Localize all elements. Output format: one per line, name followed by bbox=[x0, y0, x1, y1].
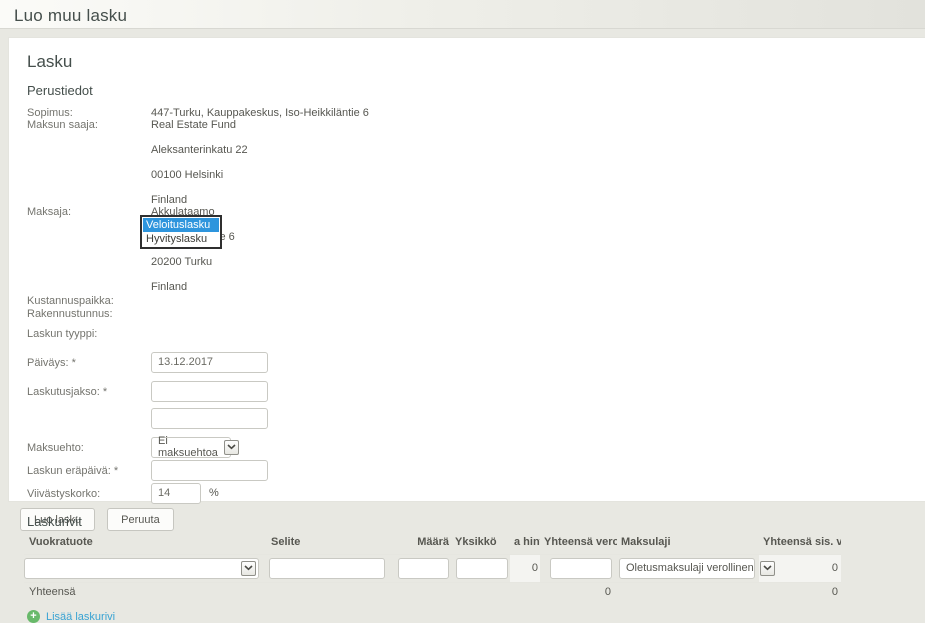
field-maksuehto: Maksuehto: Ei maksuehtoa bbox=[27, 437, 915, 458]
yhteensa-veroton-cell bbox=[540, 554, 617, 582]
vuokratuote-select[interactable] bbox=[24, 558, 259, 579]
invoice-row: 0 Oletusmaksulaji verollinen 0 bbox=[24, 554, 841, 582]
laskutusjakso-end-input[interactable] bbox=[151, 408, 268, 429]
selite-cell bbox=[267, 554, 391, 582]
col-header-yhteensa-sis-verot: Yhteensä sis. verot bbox=[759, 533, 841, 555]
field-maksun-saaja: Maksun saaja: Real Estate Fund Aleksante… bbox=[27, 119, 915, 206]
maksuehto-select[interactable]: Ei maksuehtoa bbox=[151, 437, 231, 458]
field-laskutusjakso: Laskutusjakso: * bbox=[27, 381, 915, 429]
payee-line: Aleksanterinkatu 22 bbox=[151, 144, 248, 156]
selite-input[interactable] bbox=[269, 558, 385, 579]
total-veroton-value: 0 bbox=[540, 582, 617, 599]
col-header-selite: Selite bbox=[267, 533, 391, 555]
field-rakennustunnus: Rakennustunnus: bbox=[27, 308, 915, 320]
viivastyskorko-label: Viivästyskorko: bbox=[27, 483, 151, 500]
laskutusjakso-start-input[interactable] bbox=[151, 381, 268, 402]
col-header-yhteensa-veroton: Yhteensä veroton bbox=[540, 533, 617, 555]
sopimus-value: 447-Turku, Kauppakeskus, Iso-Heikkilänti… bbox=[151, 107, 369, 119]
maksaja-label: Maksaja: bbox=[27, 206, 151, 218]
vuokratuote-cell bbox=[24, 554, 267, 582]
maksun-saaja-value: Real Estate Fund Aleksanterinkatu 22 001… bbox=[151, 119, 248, 206]
paivays-input[interactable] bbox=[151, 352, 268, 373]
page-title: Luo muu lasku bbox=[0, 0, 925, 26]
chevron-down-icon[interactable] bbox=[241, 561, 256, 576]
field-sopimus: Sopimus: 447-Turku, Kauppakeskus, Iso-He… bbox=[27, 107, 915, 119]
field-laskun-tyyppi: Laskun tyyppi: bbox=[27, 323, 915, 352]
col-header-yksikko: Yksikkö bbox=[451, 533, 510, 555]
laskutusjakso-label: Laskutusjakso: * bbox=[27, 381, 151, 398]
laskutusjakso-inputs bbox=[151, 381, 268, 429]
payer-line: 20200 Turku bbox=[151, 256, 212, 268]
total-row: Yhteensä 0 0 bbox=[24, 582, 841, 599]
add-invoice-row-link[interactable]: + Lisää laskurivi bbox=[27, 610, 115, 623]
maksuehto-label: Maksuehto: bbox=[27, 437, 151, 454]
maara-cell bbox=[391, 554, 451, 582]
maksulaji-cell: Oletusmaksulaji verollinen bbox=[617, 554, 759, 582]
yksikko-cell bbox=[451, 554, 510, 582]
field-paivays: Päiväys: * bbox=[27, 352, 915, 373]
maksulaji-select[interactable]: Oletusmaksulaji verollinen bbox=[619, 558, 755, 579]
maara-input[interactable] bbox=[398, 558, 449, 579]
paivays-label: Päiväys: * bbox=[27, 352, 151, 369]
maksun-saaja-label: Maksun saaja: bbox=[27, 119, 151, 131]
dropdown-option-veloituslasku[interactable]: Veloituslasku bbox=[143, 218, 219, 232]
section-heading-perustiedot: Perustiedot bbox=[27, 83, 915, 98]
sopimus-label: Sopimus: bbox=[27, 107, 151, 119]
laskun-tyyppi-open-dropdown: Veloituslasku Hyvityslasku bbox=[140, 215, 222, 249]
yksikko-input[interactable] bbox=[456, 558, 508, 579]
total-label: Yhteensä bbox=[24, 582, 540, 599]
field-viivastyskorko: Viivästyskorko: % bbox=[27, 483, 915, 504]
dropdown-option-hyvityslasku[interactable]: Hyvityslasku bbox=[143, 232, 219, 246]
kustannuspaikka-label: Kustannuspaikka: bbox=[27, 295, 151, 307]
invoice-rows-table: Vuokratuote Selite Määrä Yksikkö a hinta… bbox=[24, 533, 841, 600]
col-header-a-hinta: a hinta bbox=[510, 533, 540, 555]
yhteensa-veroton-input[interactable] bbox=[550, 558, 612, 579]
laskun-erapaiva-label: Laskun eräpäivä: * bbox=[27, 460, 151, 477]
viivastyskorko-input[interactable] bbox=[151, 483, 201, 504]
maksulaji-selected-value: Oletusmaksulaji verollinen bbox=[626, 562, 754, 574]
panel-heading: Lasku bbox=[27, 52, 915, 72]
add-invoice-row-label: Lisää laskurivi bbox=[46, 611, 115, 623]
col-header-maksulaji: Maksulaji bbox=[617, 533, 759, 555]
total-sis-verot-value: 0 bbox=[759, 582, 841, 599]
plus-circle-icon: + bbox=[27, 610, 40, 623]
a-hinta-value: 0 bbox=[510, 554, 540, 582]
field-kustannuspaikka: Kustannuspaikka: bbox=[27, 295, 915, 307]
chevron-down-icon[interactable] bbox=[760, 561, 775, 576]
invoice-panel: Lasku Perustiedot Sopimus: 447-Turku, Ka… bbox=[8, 37, 925, 502]
maksuehto-selected-value: Ei maksuehtoa bbox=[158, 435, 218, 459]
total-spacer-cell bbox=[617, 582, 759, 599]
table-header-row: Vuokratuote Selite Määrä Yksikkö a hinta… bbox=[24, 533, 841, 555]
section-heading-laskurivit: Laskurivit bbox=[27, 514, 915, 529]
rakennustunnus-label: Rakennustunnus: bbox=[27, 308, 151, 320]
payee-line: Finland bbox=[151, 194, 187, 206]
chevron-down-icon[interactable] bbox=[224, 440, 239, 455]
col-header-maara: Määrä bbox=[391, 533, 451, 555]
page-header: Luo muu lasku bbox=[0, 0, 925, 29]
payee-line: 00100 Helsinki bbox=[151, 169, 223, 181]
laskun-tyyppi-label: Laskun tyyppi: bbox=[27, 323, 151, 340]
col-header-vuokratuote: Vuokratuote bbox=[24, 533, 267, 555]
laskun-erapaiva-input[interactable] bbox=[151, 460, 268, 481]
payee-line: Real Estate Fund bbox=[151, 119, 236, 131]
payer-line: Finland bbox=[151, 281, 187, 293]
field-laskun-erapaiva: Laskun eräpäivä: * bbox=[27, 460, 915, 481]
percent-suffix: % bbox=[209, 483, 219, 499]
